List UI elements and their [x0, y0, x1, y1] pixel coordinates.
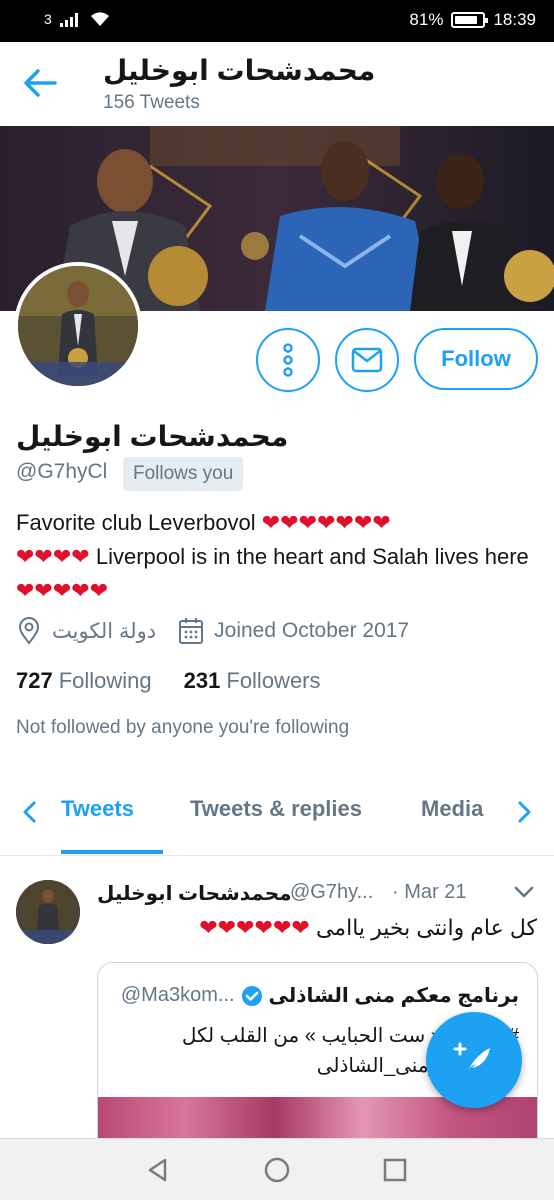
- more-options-button[interactable]: [256, 328, 320, 392]
- follow-counts: 727 Following 231 Followers: [16, 668, 321, 694]
- tab-media[interactable]: Media: [421, 796, 483, 822]
- following-count: 727: [16, 668, 53, 693]
- profile-name: محمدشحات ابوخليل: [16, 421, 289, 452]
- tweet-count: 156 Tweets: [103, 92, 200, 113]
- bio-line: Favorite club Leverbovol ❤❤❤❤❤❤❤: [16, 510, 391, 535]
- compose-feather-icon: [453, 1042, 490, 1076]
- status-bar: 3 81% 18:39: [0, 0, 554, 42]
- following-label: Following: [58, 668, 152, 693]
- heart-emoji-row: ❤❤❤❤❤: [16, 578, 109, 603]
- quoted-handle: @Ma3kom...: [120, 984, 235, 1006]
- tab-tweets[interactable]: Tweets: [61, 796, 134, 822]
- tweet-avatar[interactable]: [16, 880, 80, 944]
- followers-label: Followers: [226, 668, 321, 693]
- wifi-icon: [90, 12, 109, 26]
- chevron-left-icon[interactable]: [20, 800, 40, 824]
- nav-back-icon[interactable]: [145, 1157, 171, 1183]
- profile-handle: @G7hyCl: [16, 460, 108, 483]
- profile-location: دولة الكويت: [52, 619, 157, 643]
- calendar-icon: [179, 618, 204, 644]
- nav-home-icon[interactable]: [264, 1157, 290, 1183]
- tweet-avatar-photo: [16, 880, 80, 944]
- nav-recents-icon[interactable]: [382, 1157, 408, 1183]
- bio-line: ❤❤❤❤ Liverpool is in the heart and Salah…: [16, 544, 529, 603]
- header-title: محمدشحات ابوخليل: [103, 55, 376, 86]
- quoted-author-name: برنامج معكم منى الشاذلى: [268, 985, 519, 1007]
- system-nav-bar: [0, 1138, 554, 1200]
- tweet-text: كل عام وانتى بخير ياامى ❤❤❤❤❤❤: [199, 915, 537, 940]
- following-link[interactable]: 727 Following: [16, 668, 152, 694]
- avatar-photo: [18, 266, 138, 386]
- follows-you-badge: Follows you: [123, 457, 244, 491]
- back-arrow-icon[interactable]: [22, 68, 58, 98]
- more-vertical-icon: [283, 343, 293, 377]
- profile-tabs: Tweets Tweets & replies Media: [0, 766, 554, 856]
- tweet-date: · Mar 21: [392, 881, 467, 903]
- tweet-author-handle: @G7hy...: [290, 881, 374, 903]
- follow-button[interactable]: Follow: [414, 328, 538, 390]
- location-pin-icon: [18, 617, 40, 645]
- chevron-right-icon[interactable]: [514, 800, 534, 824]
- profile-avatar[interactable]: [14, 262, 142, 390]
- heart-emoji-row: ❤❤❤❤❤❤: [199, 915, 310, 940]
- envelope-icon: [351, 347, 383, 373]
- not-followed-note: Not followed by anyone you're following: [16, 717, 350, 738]
- profile-joined: Joined October 2017: [214, 619, 410, 642]
- tweet-author-name[interactable]: محمدشحات ابوخليل: [97, 881, 292, 906]
- tab-tweets-replies[interactable]: Tweets & replies: [190, 796, 362, 822]
- heart-emoji-row: ❤❤❤❤❤❤❤: [261, 510, 391, 535]
- heart-emoji-row: ❤❤❤❤: [16, 544, 90, 569]
- followers-link[interactable]: 231 Followers: [184, 668, 321, 694]
- sim-label: 3: [44, 11, 52, 27]
- profile-header-bar: محمدشحات ابوخليل 156 Tweets: [0, 42, 554, 126]
- battery-icon: [451, 12, 489, 28]
- profile-meta: دولة الكويت Joined October 2017: [16, 617, 409, 645]
- verified-badge-icon: [241, 985, 262, 1006]
- followers-count: 231: [183, 668, 221, 693]
- message-button[interactable]: [335, 328, 399, 392]
- tweet-menu-chevron-icon[interactable]: [512, 880, 536, 904]
- active-tab-indicator: [61, 850, 163, 854]
- profile-bio: Favorite club Leverbovol ❤❤❤❤❤❤❤ ❤❤❤❤ Li…: [16, 506, 536, 608]
- signal-icon: [59, 11, 82, 27]
- compose-tweet-button[interactable]: [426, 1012, 522, 1108]
- clock: 18:39: [493, 10, 536, 29]
- battery-percent: 81%: [409, 10, 444, 29]
